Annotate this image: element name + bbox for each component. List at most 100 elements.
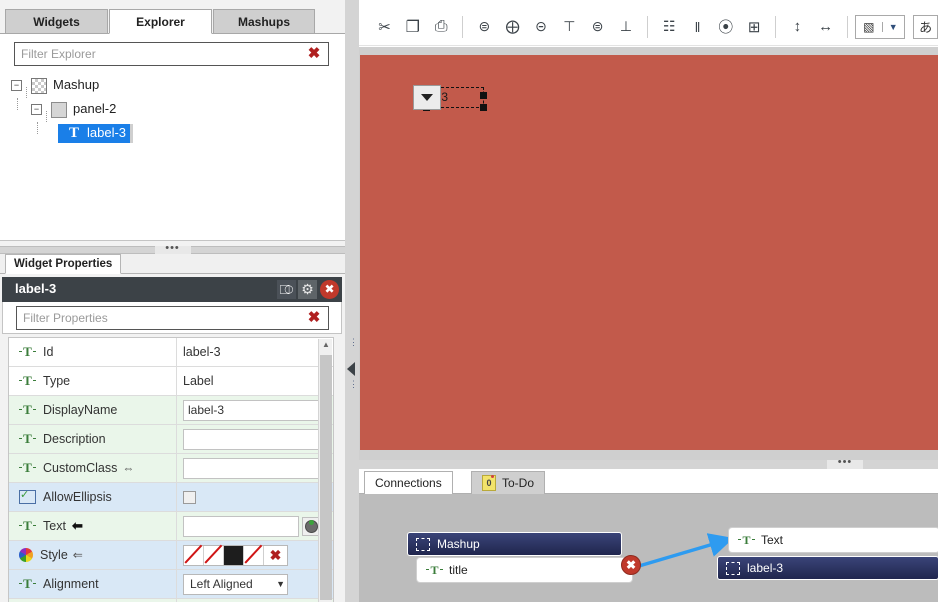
- properties-scrollbar[interactable]: ▲: [318, 339, 332, 602]
- chevron-down-icon: ▼: [276, 579, 285, 589]
- tree-item-mashup[interactable]: − Mashup: [0, 74, 345, 98]
- property-row-customclass[interactable]: T CustomClass ⇔: [9, 454, 333, 483]
- align-bottom-icon[interactable]: ⊥: [612, 12, 640, 42]
- align-left-icon[interactable]: ⊜: [470, 12, 498, 42]
- cut-icon[interactable]: ✂: [370, 12, 398, 42]
- style-swatch-3[interactable]: [224, 546, 244, 565]
- tab-widgets[interactable]: Widgets: [5, 9, 108, 34]
- delete-binding-icon[interactable]: ✖: [621, 555, 641, 575]
- property-name-cell: T Text ⬅: [9, 512, 177, 540]
- resize-handle-r[interactable]: [480, 92, 487, 99]
- same-width-icon[interactable]: ↔: [812, 12, 840, 42]
- style-swatch-4[interactable]: [244, 546, 264, 565]
- bindable-arrow-icon[interactable]: ⇐: [73, 548, 83, 562]
- splitter-grip[interactable]: •••: [155, 246, 191, 254]
- description-input[interactable]: [183, 429, 319, 450]
- close-icon[interactable]: ✖: [320, 280, 339, 299]
- connections-canvas[interactable]: Mashup T title T Text label-3 ✖: [359, 494, 938, 602]
- property-row-alignment[interactable]: T Alignment Left Aligned ▼: [9, 570, 333, 599]
- paste-icon[interactable]: ⎙: [427, 12, 455, 42]
- tab-explorer[interactable]: Explorer: [109, 9, 212, 34]
- property-value: Label: [183, 374, 214, 388]
- tab-todo[interactable]: 0 To-Do: [471, 471, 545, 495]
- distribute-vertical-icon[interactable]: ‖: [683, 12, 711, 42]
- panel-icon: [51, 102, 67, 118]
- tree-item-label-3[interactable]: T label-3: [0, 122, 345, 146]
- tab-widget-properties[interactable]: Widget Properties: [5, 254, 121, 274]
- bindable-arrow-icon[interactable]: ⇔: [122, 461, 134, 475]
- property-value-cell: label-3: [177, 338, 333, 366]
- text-type-icon: T: [19, 519, 36, 533]
- property-row-id[interactable]: T Id label-3: [9, 338, 333, 367]
- bind-icon[interactable]: ⎄: [277, 280, 296, 299]
- property-value-cell: [177, 483, 333, 511]
- font-icon[interactable]: あ: [913, 15, 938, 39]
- explorer-filter-clear-icon[interactable]: ✖: [305, 45, 323, 63]
- same-height-icon[interactable]: ↕: [783, 12, 811, 42]
- resize-handle-br[interactable]: [480, 104, 487, 111]
- property-row-displayname[interactable]: T DisplayName: [9, 396, 333, 425]
- style-swatch-2[interactable]: [204, 546, 224, 565]
- tree-toggle-mashup[interactable]: −: [11, 80, 22, 91]
- property-row-type[interactable]: T Type Label: [9, 367, 333, 396]
- tab-mashups[interactable]: Mashups: [213, 9, 315, 34]
- property-row-allowellipsis[interactable]: AllowEllipsis: [9, 483, 333, 512]
- property-row-text[interactable]: T Text ⬅: [9, 512, 333, 541]
- tab-connections[interactable]: Connections: [364, 471, 453, 495]
- left-horizontal-splitter[interactable]: •••: [0, 246, 345, 254]
- center-in-container-icon[interactable]: ⦿: [712, 12, 740, 42]
- text-type-icon: T: [19, 374, 36, 388]
- canvas-widget[interactable]: el-3: [413, 85, 483, 110]
- property-name-cell: AllowEllipsis: [9, 483, 177, 511]
- node-label-3[interactable]: label-3: [717, 556, 938, 580]
- properties-filter-clear-icon[interactable]: ✖: [305, 309, 323, 327]
- explorer-filter-input[interactable]: [21, 43, 296, 65]
- node-title[interactable]: T title: [417, 558, 632, 582]
- scrollbar-thumb[interactable]: [320, 355, 332, 600]
- fit-to-container-icon[interactable]: ⊞: [740, 12, 768, 42]
- distribute-horizontal-icon[interactable]: ☷: [655, 12, 683, 42]
- mashup-canvas[interactable]: el-3: [360, 55, 938, 450]
- splitter-dots: ⋮: [349, 382, 353, 386]
- widget-dropdown-toggle[interactable]: [413, 85, 441, 110]
- property-name-cell: T DisplayName: [9, 396, 177, 424]
- explorer-panel: ✖ − Mashup − panel-2: [0, 34, 345, 241]
- gear-icon[interactable]: ⚙: [298, 280, 317, 299]
- node-text[interactable]: T Text: [729, 528, 938, 552]
- tree-label-label-3: label-3: [87, 125, 126, 140]
- align-center-vertical-icon[interactable]: ⨁: [499, 12, 527, 42]
- layout-split-button[interactable]: ▧ ▼: [855, 15, 905, 39]
- properties-grid[interactable]: T Id label-3 T Type Label T: [8, 337, 334, 602]
- align-right-icon[interactable]: ⊝: [527, 12, 555, 42]
- properties-filter-input[interactable]: [23, 307, 298, 329]
- text-type-icon: T: [426, 563, 443, 577]
- copy-icon[interactable]: ❐: [399, 12, 427, 42]
- align-top-icon[interactable]: ⊤: [555, 12, 583, 42]
- text-input[interactable]: [183, 516, 299, 537]
- property-row-style[interactable]: Style ⇐ ✖: [9, 541, 333, 570]
- toolbar-divider: [775, 16, 776, 38]
- bottom-horizontal-splitter[interactable]: •••: [359, 460, 938, 469]
- style-swatches: ✖: [183, 545, 288, 566]
- mashup-builder-window: Widgets Explorer Mashups ✖ − Mashup: [0, 0, 938, 602]
- style-swatch-1[interactable]: [184, 546, 204, 565]
- left-panel: Widgets Explorer Mashups ✖ − Mashup: [0, 0, 345, 602]
- splitter-grip[interactable]: •••: [827, 460, 863, 469]
- allowellipsis-checkbox[interactable]: [183, 491, 196, 504]
- style-clear-icon[interactable]: ✖: [264, 546, 287, 565]
- property-label: Description: [43, 432, 106, 446]
- tree-toggle-panel-2[interactable]: −: [31, 104, 42, 115]
- alignment-select[interactable]: Left Aligned ▼: [183, 574, 288, 595]
- align-middle-icon[interactable]: ⊜: [583, 12, 611, 42]
- collapse-left-panel-icon[interactable]: [347, 362, 355, 376]
- displayname-input[interactable]: [183, 400, 319, 421]
- chevron-down-icon[interactable]: ▼: [882, 22, 904, 32]
- node-mashup[interactable]: Mashup: [407, 532, 622, 556]
- globe-icon[interactable]: [302, 517, 319, 536]
- customclass-input[interactable]: [183, 458, 319, 479]
- scroll-up-icon[interactable]: ▲: [319, 339, 333, 353]
- tree-item-panel-2[interactable]: − panel-2: [0, 98, 345, 122]
- main-vertical-splitter[interactable]: ⋮ ⋮: [345, 0, 359, 602]
- bound-arrow-icon[interactable]: ⬅: [72, 518, 83, 534]
- property-row-description[interactable]: T Description: [9, 425, 333, 454]
